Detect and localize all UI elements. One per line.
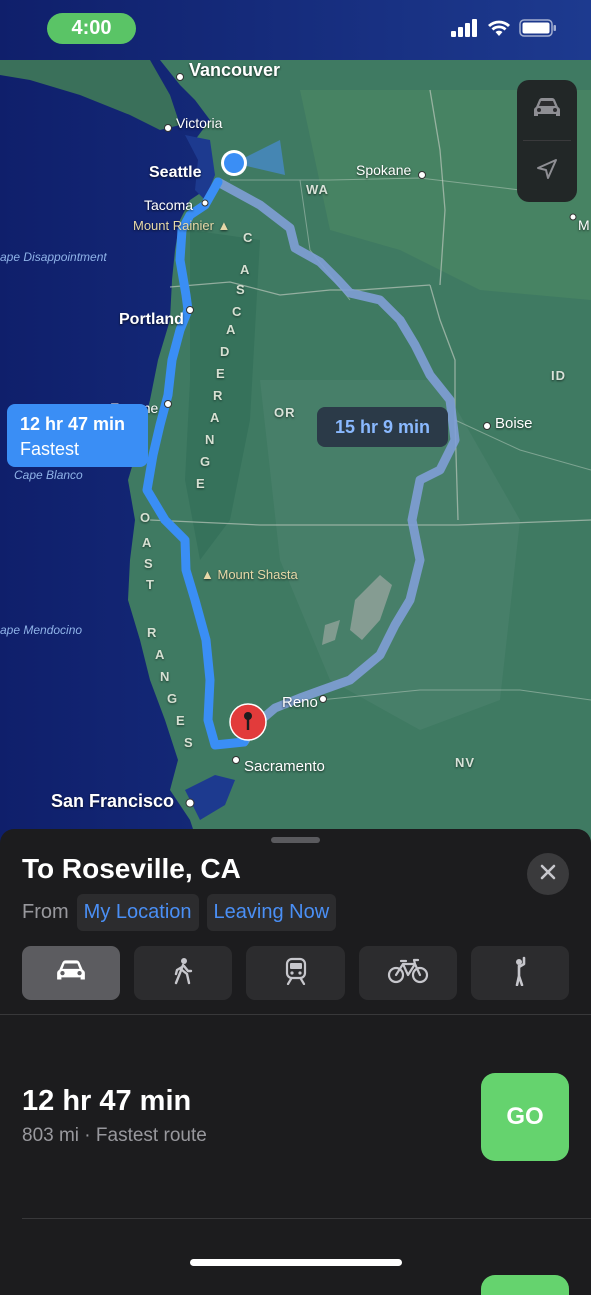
origin-chip[interactable]: My Location: [76, 893, 199, 931]
map-controls: [517, 80, 577, 202]
map-mode-drive-button[interactable]: [517, 80, 577, 140]
city-label-sacramento: Sacramento: [244, 758, 325, 775]
range-letter: N: [205, 432, 215, 447]
route-details: 803 mi · Fastest route: [22, 1125, 207, 1146]
status-bar: 4:00: [0, 0, 591, 60]
range-letter: R: [147, 625, 157, 640]
range-letter: A: [142, 535, 152, 550]
range-letter: E: [196, 476, 205, 491]
next-route-go-button[interactable]: [481, 1275, 569, 1295]
range-letter: G: [200, 454, 211, 469]
range-letter: D: [220, 344, 230, 359]
range-letter: C: [243, 230, 253, 245]
mode-transit-button[interactable]: [246, 946, 345, 1000]
close-icon: [540, 864, 556, 885]
water-label-cape-disappointment: ape Disappointment: [0, 250, 107, 264]
sheet-divider: [0, 1014, 591, 1015]
from-label: From: [22, 900, 69, 923]
city-label-seattle: Seattle: [149, 164, 202, 181]
state-label-or: OR: [274, 405, 296, 420]
mode-walk-button[interactable]: [134, 946, 233, 1000]
city-label-boise: Boise: [495, 415, 533, 432]
home-indicator[interactable]: [190, 1259, 402, 1266]
city-label-portland: Portland: [119, 311, 184, 328]
transport-modes: [22, 946, 570, 1000]
route-duration: 12 hr 47 min: [22, 1085, 192, 1117]
range-letter: T: [146, 577, 154, 592]
route-divider: [22, 1218, 591, 1219]
range-letter: A: [240, 262, 250, 277]
city-label-spokane: Spokane: [356, 162, 412, 178]
range-letter: C: [232, 304, 242, 319]
car-icon: [55, 959, 87, 988]
state-label-nv: NV: [455, 755, 476, 770]
range-letter: S: [144, 556, 153, 571]
range-letter: G: [167, 691, 178, 706]
city-label-partial: M: [578, 217, 590, 233]
car-icon: [532, 97, 562, 124]
wifi-icon: [487, 19, 511, 42]
route-callout-alternate[interactable]: 15 hr 9 min: [317, 407, 448, 447]
range-letter: S: [236, 282, 245, 297]
train-icon: [284, 957, 308, 990]
route-callout-fastest[interactable]: 12 hr 47 min Fastest: [7, 404, 148, 467]
route-callout-fastest-duration: 12 hr 47 min: [20, 414, 126, 434]
walking-icon: [172, 957, 194, 990]
peak-label-rainier: Mount Rainier ▲: [133, 218, 231, 233]
track-location-button[interactable]: [517, 141, 577, 201]
directions-sheet: To Roseville, CA From My Location Leavin…: [0, 829, 591, 1295]
destination-title: To Roseville, CA: [22, 853, 241, 884]
cellular-signal-icon: [451, 18, 479, 42]
mode-cycle-button[interactable]: [358, 946, 457, 1000]
city-label-san-francisco: San Francisco: [51, 791, 175, 811]
route-callout-fastest-label: Fastest: [20, 439, 80, 459]
mode-rideshare-button[interactable]: [470, 946, 570, 1000]
person-hailing-icon: [511, 956, 529, 991]
range-letter: A: [210, 410, 220, 425]
destination-pin-icon[interactable]: [229, 703, 267, 741]
range-letter: S: [184, 735, 193, 750]
status-icons: [451, 18, 557, 42]
map-view[interactable]: Vancouver Victoria Seattle Tacoma Spokan…: [0, 0, 591, 850]
close-button[interactable]: [527, 853, 569, 895]
water-label-cape-blanco: Cape Blanco: [14, 468, 83, 482]
state-label-id: ID: [551, 368, 566, 383]
bicycle-icon: [387, 958, 429, 989]
from-row: From My Location Leaving Now: [22, 892, 337, 932]
status-time[interactable]: 4:00: [47, 13, 136, 44]
range-letter: A: [155, 647, 165, 662]
state-label-wa: WA: [306, 182, 329, 197]
range-letter: A: [226, 322, 236, 337]
range-letter: O: [140, 510, 151, 525]
range-letter: N: [160, 669, 170, 684]
city-label-vancouver: Vancouver: [189, 60, 281, 80]
mode-drive-button[interactable]: [22, 946, 121, 1000]
sheet-grabber[interactable]: [271, 837, 320, 843]
range-letter: E: [176, 713, 185, 728]
water-label-cape-mendocino: ape Mendocino: [0, 623, 83, 637]
range-letter: E: [216, 366, 225, 381]
go-button[interactable]: GO: [481, 1073, 569, 1161]
peak-label-shasta: ▲ Mount Shasta: [201, 567, 298, 582]
departure-chip[interactable]: Leaving Now: [206, 893, 337, 931]
range-letter: R: [213, 388, 223, 403]
battery-icon: [519, 18, 557, 42]
location-arrow-icon: [535, 157, 559, 186]
current-location-core: [224, 153, 244, 173]
city-label-victoria: Victoria: [176, 115, 223, 131]
city-label-tacoma: Tacoma: [144, 197, 194, 213]
city-label-reno: Reno: [282, 694, 318, 711]
